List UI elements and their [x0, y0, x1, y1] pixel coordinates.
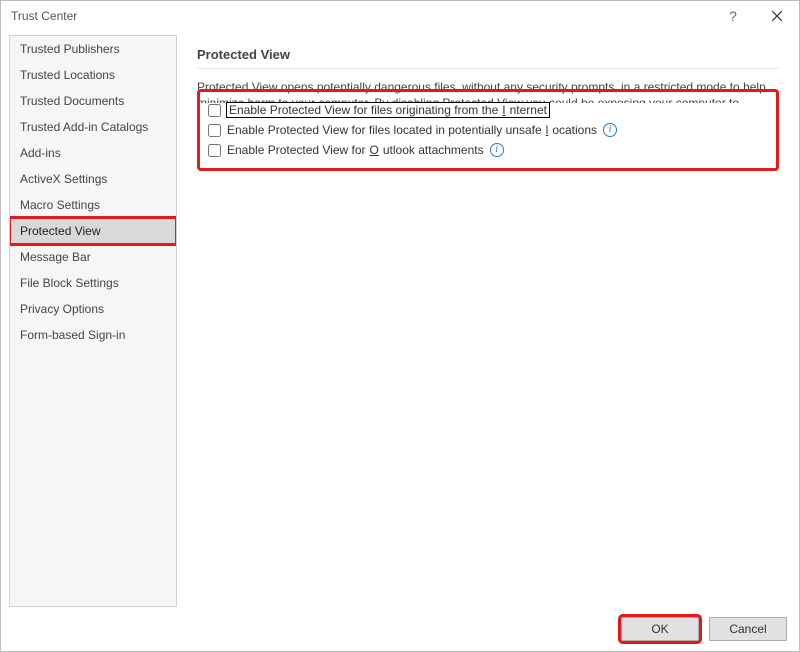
checkbox-internet[interactable] [208, 104, 221, 117]
sidebar-item-trusted-publishers[interactable]: Trusted Publishers [10, 36, 176, 62]
sidebar-item-form-based-signin[interactable]: Form-based Sign-in [10, 322, 176, 348]
sidebar-item-label: Add-ins [20, 146, 61, 160]
checkbox-outlook-attachments[interactable] [208, 144, 221, 157]
checkbox-unsafe-locations[interactable] [208, 124, 221, 137]
window-title: Trust Center [11, 9, 711, 23]
help-icon: ? [729, 8, 737, 24]
titlebar: Trust Center ? [1, 1, 799, 31]
sidebar-item-trusted-addin-catalogs[interactable]: Trusted Add-in Catalogs [10, 114, 176, 140]
sidebar-item-protected-view[interactable]: Protected View [10, 218, 176, 244]
sidebar-item-label: Macro Settings [20, 198, 100, 212]
option-internet[interactable]: Enable Protected View for files originat… [208, 100, 768, 120]
dialog-body: Trusted Publishers Trusted Locations Tru… [1, 31, 799, 607]
dialog-footer: OK Cancel [1, 607, 799, 651]
close-icon [771, 10, 783, 22]
main-panel: Protected View Protected View opens pote… [185, 35, 791, 607]
trust-center-dialog: Trust Center ? Trusted Publishers Truste… [0, 0, 800, 652]
cancel-button[interactable]: Cancel [709, 617, 787, 641]
sidebar-item-label: Trusted Add-in Catalogs [20, 120, 148, 134]
sidebar-item-label: Trusted Locations [20, 68, 115, 82]
section-title: Protected View [197, 47, 779, 69]
option-label: Enable Protected View for files located … [227, 123, 597, 137]
sidebar-item-file-block-settings[interactable]: File Block Settings [10, 270, 176, 296]
category-sidebar: Trusted Publishers Trusted Locations Tru… [9, 35, 177, 607]
sidebar-item-label: Trusted Documents [20, 94, 124, 108]
sidebar-item-label: ActiveX Settings [20, 172, 107, 186]
sidebar-item-privacy-options[interactable]: Privacy Options [10, 296, 176, 322]
sidebar-item-message-bar[interactable]: Message Bar [10, 244, 176, 270]
option-label: Enable Protected View for Outlook attach… [227, 143, 484, 157]
sidebar-item-label: Message Bar [20, 250, 91, 264]
sidebar-item-macro-settings[interactable]: Macro Settings [10, 192, 176, 218]
sidebar-item-trusted-documents[interactable]: Trusted Documents [10, 88, 176, 114]
option-label: Enable Protected View for files originat… [227, 103, 549, 117]
protected-view-options: Enable Protected View for files originat… [197, 89, 779, 171]
close-button[interactable] [755, 1, 799, 31]
info-icon[interactable]: i [603, 123, 617, 137]
info-icon[interactable]: i [490, 143, 504, 157]
sidebar-item-label: File Block Settings [20, 276, 119, 290]
sidebar-item-activex-settings[interactable]: ActiveX Settings [10, 166, 176, 192]
help-button[interactable]: ? [711, 1, 755, 31]
ok-button[interactable]: OK [621, 617, 699, 641]
option-unsafe-locations[interactable]: Enable Protected View for files located … [208, 120, 768, 140]
sidebar-item-label: Protected View [20, 224, 101, 238]
sidebar-item-addins[interactable]: Add-ins [10, 140, 176, 166]
sidebar-item-label: Privacy Options [20, 302, 104, 316]
sidebar-item-label: Form-based Sign-in [20, 328, 125, 342]
option-outlook-attachments[interactable]: Enable Protected View for Outlook attach… [208, 140, 768, 160]
sidebar-item-trusted-locations[interactable]: Trusted Locations [10, 62, 176, 88]
sidebar-item-label: Trusted Publishers [20, 42, 120, 56]
